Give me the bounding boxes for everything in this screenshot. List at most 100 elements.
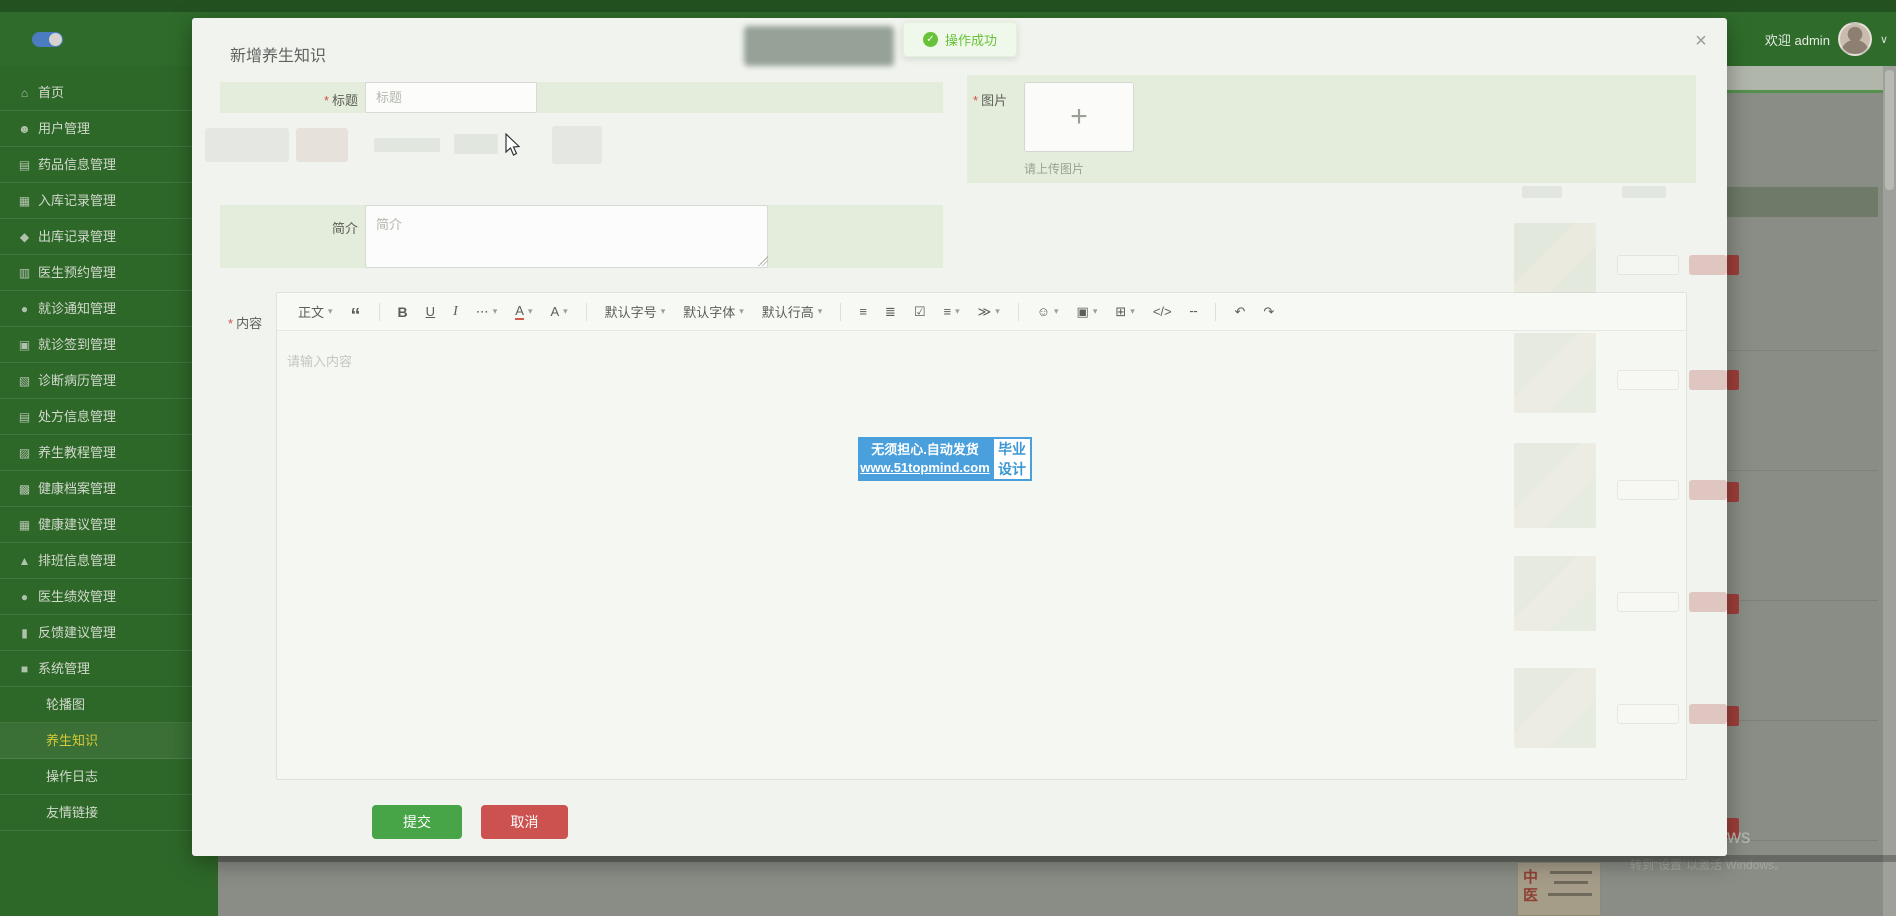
align-button[interactable]: ≡▾ [943, 304, 959, 319]
chevron-down-icon[interactable]: ∨ [1880, 33, 1888, 46]
sidebar-item-label: 出库记录管理 [38, 229, 116, 244]
sidebar-item-schedule-info-mgmt[interactable]: ▲排班信息管理 [0, 543, 218, 579]
indent-button[interactable]: ≫▾ [978, 304, 1000, 320]
sidebar-collapse-toggle[interactable] [32, 32, 63, 47]
bullet-list-button[interactable]: ≡ [859, 304, 867, 319]
undo-button[interactable]: ↶ [1234, 304, 1245, 320]
sidebar-subitem-friend-links[interactable]: 友情链接 [0, 795, 218, 831]
sidebar-subitem-carousel[interactable]: 轮播图 [0, 687, 218, 723]
divider-line-button[interactable]: ╌ [1190, 304, 1198, 320]
title-input[interactable] [365, 82, 537, 113]
caret-down-icon: ▾ [1093, 306, 1098, 317]
image-button[interactable]: ▣▾ [1077, 304, 1098, 320]
emoji-button[interactable]: ☺▾ [1037, 304, 1059, 319]
user-mgmt-icon: ☻ [16, 112, 33, 147]
diagnosis-record-mgmt-icon: ▧ [16, 364, 33, 399]
avatar[interactable] [1838, 22, 1872, 56]
submit-button[interactable]: 提交 [372, 805, 462, 839]
sidebar-item-outbound-record-mgmt[interactable]: ◆ 出库记录管理 [0, 219, 218, 255]
background-delete-button-stub [1727, 370, 1739, 390]
font-family-button[interactable]: 默认字体▾ [683, 302, 744, 321]
caret-down-icon: ▾ [1054, 306, 1059, 317]
background-herb-image: 中医 [1517, 862, 1601, 916]
sidebar-item-label: 药品信息管理 [38, 157, 116, 172]
outbound-record-mgmt-icon: ◆ [16, 220, 33, 255]
toolbar-divider [1018, 303, 1019, 321]
sidebar-item-diagnosis-record-mgmt[interactable]: ▧诊断病历管理 [0, 363, 218, 399]
ordered-list-button[interactable]: ≣ [885, 304, 896, 320]
sidebar-item-home[interactable]: ⌂首页 [0, 75, 218, 111]
caret-down-icon: ▾ [955, 306, 960, 317]
title-field-label: *标题 [220, 90, 358, 109]
code-block-button[interactable]: </> [1153, 304, 1172, 319]
toolbar-divider [1215, 303, 1216, 321]
required-asterisk: * [324, 93, 329, 108]
sidebar-subitem-label: 养生知识 [46, 733, 98, 748]
underline-button[interactable]: U [426, 304, 435, 319]
sidebar-item-visit-notice-mgmt[interactable]: ●就诊通知管理 [0, 291, 218, 327]
visit-checkin-mgmt-icon: ▣ [16, 328, 33, 363]
sidebar-item-health-course-mgmt[interactable]: ▨养生教程管理 [0, 435, 218, 471]
font-color-button[interactable]: A▾ [515, 303, 532, 320]
bold-icon: B [398, 304, 408, 320]
blockquote-button[interactable]: “ [351, 303, 361, 321]
ordered-list-icon: ≣ [885, 304, 896, 320]
ghost-delete-button [1689, 370, 1727, 390]
watermark-badge: 毕业 设计 [992, 437, 1032, 481]
table-button[interactable]: ⊞▾ [1115, 304, 1134, 320]
sidebar-item-health-archive-mgmt[interactable]: ▩健康档案管理 [0, 471, 218, 507]
sidebar-item-inbound-record-mgmt[interactable]: ▦入库记录管理 [0, 183, 218, 219]
image-upload-box[interactable]: + [1024, 82, 1134, 152]
sidebar-item-system-mgmt[interactable]: ■系统管理 [0, 651, 218, 687]
sidebar-subitem-health-knowledge[interactable]: 养生知识 [0, 723, 218, 759]
background-delete-button-stub [1727, 255, 1739, 275]
sidebar-item-user-mgmt[interactable]: ☻用户管理 [0, 111, 218, 147]
watermark-line1: 无须担心.自动发货 [858, 441, 992, 459]
watermark-url: www.51topmind.com [858, 459, 992, 477]
line-height-button[interactable]: 默认行高▾ [762, 302, 823, 321]
font-size-button[interactable]: 默认字号▾ [605, 302, 666, 321]
scrollbar-thumb[interactable] [1885, 70, 1894, 190]
blockquote-icon: “ [351, 303, 361, 321]
editor-toolbar: 正文▾ “ B U I ⋯▾ A▾ A▾ 默认字号▾ 默认字体▾ 默认行高▾ ≡ ≣ ☑ ≡▾ ≫▾ ☺▾ ▣▾ ⊞… [277, 293, 1686, 331]
add-health-knowledge-modal: 新增养生知识 × *标题 *图片 + 请上传图片 简介 [192, 18, 1727, 856]
health-advice-mgmt-icon: ▦ [16, 508, 33, 543]
sidebar-item-drug-info-mgmt[interactable]: ▤药品信息管理 [0, 147, 218, 183]
cancel-button[interactable]: 取消 [481, 805, 568, 839]
watermark-main: 无须担心.自动发货 www.51topmind.com [858, 437, 992, 481]
underline-icon: U [426, 304, 435, 319]
sidebar-item-label: 反馈建议管理 [38, 625, 116, 640]
toolbar-divider [586, 303, 587, 321]
sidebar-subitem-operation-log[interactable]: 操作日志 [0, 759, 218, 795]
toast-message: 操作成功 [945, 30, 997, 49]
scrollbar-track[interactable] [1883, 66, 1896, 916]
editor-content-area[interactable]: 请输入内容 [277, 331, 1686, 780]
sidebar-item-doctor-performance-mgmt[interactable]: ●医生绩效管理 [0, 579, 218, 615]
herb-image-stroke [1550, 871, 1592, 874]
ghost-button [552, 126, 602, 164]
sidebar-item-visit-checkin-mgmt[interactable]: ▣就诊签到管理 [0, 327, 218, 363]
required-asterisk: * [228, 316, 233, 331]
sidebar-item-feedback-advice-mgmt[interactable]: ▮反馈建议管理 [0, 615, 218, 651]
system-mgmt-icon: ■ [16, 652, 33, 687]
sidebar-item-label: 首页 [38, 85, 64, 100]
sidebar-item-doctor-appointment-mgmt[interactable]: ▥医生预约管理 [0, 255, 218, 291]
intro-textarea[interactable] [365, 205, 768, 268]
undo-icon: ↶ [1234, 304, 1245, 320]
bold-button[interactable]: B [398, 304, 408, 320]
bg-color-button[interactable]: A▾ [550, 304, 567, 319]
content-field-label: *内容 [228, 313, 262, 332]
close-icon[interactable]: × [1690, 30, 1712, 52]
todo-list-button[interactable]: ☑ [914, 304, 926, 320]
success-toast: ✓ 操作成功 [903, 22, 1017, 57]
ghost-text [454, 134, 498, 154]
sidebar-item-health-advice-mgmt[interactable]: ▦健康建议管理 [0, 507, 218, 543]
more-styles-button[interactable]: ⋯▾ [476, 304, 498, 320]
italic-icon: I [453, 304, 458, 320]
paragraph-style-button[interactable]: 正文▾ [298, 302, 333, 321]
sidebar-item-prescription-info-mgmt[interactable]: ▤处方信息管理 [0, 399, 218, 435]
toggle-knob [49, 33, 62, 46]
redo-button[interactable]: ↷ [1263, 304, 1274, 320]
caret-down-icon: ▾ [995, 306, 1000, 317]
italic-button[interactable]: I [453, 304, 458, 320]
